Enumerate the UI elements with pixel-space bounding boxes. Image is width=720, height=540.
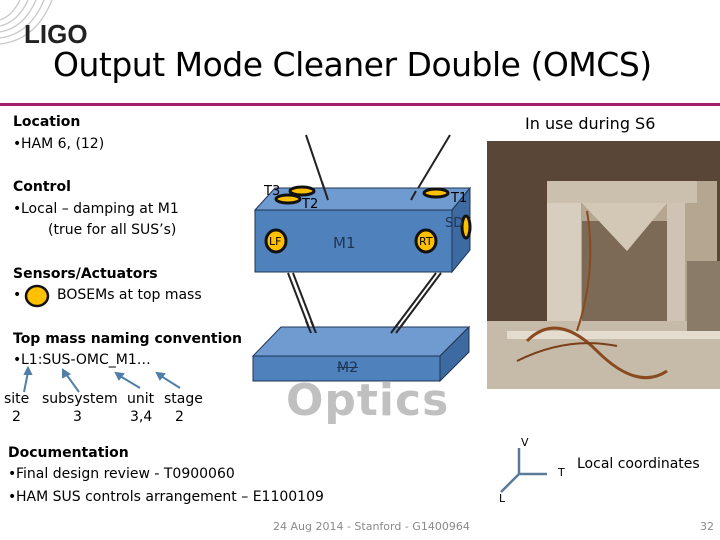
naming-label-stage: stage bbox=[164, 391, 203, 407]
label-lf: LF bbox=[269, 235, 282, 248]
bullet-icon: • bbox=[13, 287, 22, 303]
label-m1: M1 bbox=[333, 234, 356, 252]
location-text: HAM 6, (12) bbox=[21, 136, 105, 152]
arrow-stage bbox=[160, 375, 181, 389]
axis-l-label: L bbox=[499, 492, 506, 505]
m2-mass bbox=[251, 325, 471, 383]
naming-count-site: 2 bbox=[12, 409, 21, 425]
sensors-item: • bbox=[13, 287, 21, 303]
omcs-photo bbox=[487, 141, 720, 389]
label-rt: RT bbox=[419, 235, 433, 248]
documentation-heading: Documentation bbox=[8, 445, 129, 461]
omcs-photo-illustration bbox=[487, 141, 720, 389]
bullet-icon: • bbox=[8, 466, 17, 482]
arrow-unit bbox=[119, 375, 141, 389]
lower-wires bbox=[287, 272, 442, 334]
naming-label-subsystem: subsystem bbox=[42, 391, 118, 407]
arrow-subsystem bbox=[65, 373, 80, 393]
label-t1: T1 bbox=[451, 191, 468, 206]
local-coordinates-label: Local coordinates bbox=[577, 456, 700, 472]
naming-heading: Top mass naming convention bbox=[13, 331, 242, 347]
bullet-icon: • bbox=[13, 201, 22, 217]
bullet-icon: • bbox=[13, 136, 22, 152]
page-number: 32 bbox=[700, 520, 714, 533]
omcs-diagram bbox=[251, 134, 472, 383]
photo-caption: In use during S6 bbox=[525, 114, 656, 133]
label-sd: SD bbox=[445, 216, 464, 231]
documentation-item: •HAM SUS controls arrangement – E1100109 bbox=[8, 489, 324, 505]
sensors-heading: Sensors/Actuators bbox=[13, 266, 158, 282]
doc-link-t0900060[interactable]: Final design review - T0900060 bbox=[16, 466, 235, 482]
naming-count-stage: 2 bbox=[175, 409, 184, 425]
bullet-icon: • bbox=[8, 489, 17, 505]
arrow-head-icon bbox=[23, 365, 33, 375]
naming-arrows bbox=[23, 365, 181, 393]
control-item: •Local – damping at M1 bbox=[13, 201, 179, 217]
naming-count-unit: 3,4 bbox=[130, 409, 153, 425]
axis-t-label: T bbox=[558, 466, 565, 479]
label-t2: T2 bbox=[302, 197, 319, 212]
naming-label-unit: unit bbox=[127, 391, 155, 407]
control-note: (true for all SUS’s) bbox=[48, 222, 177, 238]
osem-t1-icon bbox=[422, 187, 450, 199]
label-t3: T3 bbox=[264, 184, 281, 199]
documentation-item: •Final design review - T0900060 bbox=[8, 466, 235, 482]
optics-watermark: Optics bbox=[286, 375, 450, 426]
location-item: •HAM 6, (12) bbox=[13, 136, 104, 152]
osem-t3-icon bbox=[288, 185, 316, 197]
naming-count-subsystem: 3 bbox=[73, 409, 82, 425]
slide-title: Output Mode Cleaner Double (OMCS) bbox=[53, 45, 652, 84]
control-heading: Control bbox=[13, 179, 71, 195]
title-divider bbox=[0, 103, 720, 106]
bosem-icon bbox=[24, 284, 50, 308]
location-heading: Location bbox=[13, 114, 81, 130]
sensors-text: BOSEMs at top mass bbox=[57, 287, 202, 303]
label-m2: M2 bbox=[337, 360, 358, 376]
doc-link-e1100109[interactable]: HAM SUS controls arrangement – E1100109 bbox=[16, 489, 324, 505]
footer-text: 24 Aug 2014 - Stanford - G1400964 bbox=[273, 520, 470, 533]
m2-top-face bbox=[251, 326, 471, 357]
axis-v-label: V bbox=[521, 436, 529, 449]
control-text: Local – damping at M1 bbox=[21, 201, 179, 217]
naming-label-site: site bbox=[4, 391, 30, 407]
